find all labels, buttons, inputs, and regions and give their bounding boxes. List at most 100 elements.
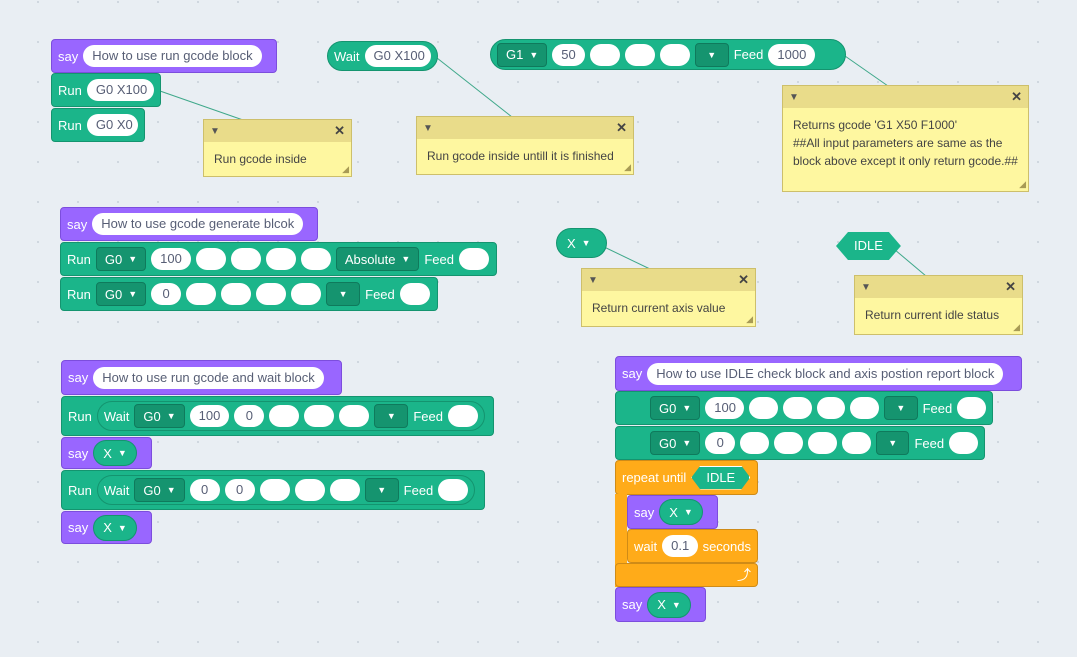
resize-handle-icon[interactable]: ◢ — [746, 314, 753, 325]
y-input[interactable] — [589, 43, 620, 66]
x-input[interactable]: 50 — [552, 43, 585, 66]
z-input[interactable] — [221, 283, 252, 305]
mode-dropdown[interactable]: ▼ — [374, 404, 409, 428]
gcode-input[interactable]: G0 X0 — [86, 114, 138, 136]
say-block[interactable]: say X ▼ — [627, 495, 718, 529]
say-text-input[interactable]: How to use run gcode block — [83, 45, 262, 67]
b-input[interactable] — [300, 248, 331, 270]
g-command-dropdown[interactable]: G1 ▼ — [497, 42, 548, 67]
run-wait-block[interactable]: Run Wait G0 ▼ 0 0 ▼ Feed — [61, 470, 485, 510]
axis-dropdown[interactable]: X ▼ — [653, 593, 685, 616]
x-input[interactable]: 100 — [705, 397, 745, 419]
comment-note[interactable]: ▼ ✕ Return current axis value ◢ — [581, 268, 756, 327]
z-input[interactable] — [230, 248, 261, 270]
say-text-input[interactable]: How to use run gcode and wait block — [93, 366, 324, 389]
close-icon[interactable]: ✕ — [738, 272, 749, 288]
idle-condition[interactable]: IDLE — [691, 466, 750, 490]
axis-reporter[interactable]: X ▼ — [93, 514, 137, 541]
b-input[interactable] — [339, 405, 370, 427]
resize-handle-icon[interactable]: ◢ — [624, 162, 631, 173]
idle-reporter[interactable]: IDLE — [836, 232, 901, 260]
collapse-icon[interactable]: ▼ — [588, 275, 598, 286]
axis-dropdown[interactable]: X ▼ — [665, 501, 697, 523]
a-input[interactable] — [304, 405, 335, 427]
g1-gcode-reporter[interactable]: G1 ▼ 50 ▼ Feed 1000 — [490, 39, 846, 70]
gcode-input[interactable]: G0 X100 — [86, 79, 154, 101]
feed-input[interactable] — [438, 479, 469, 501]
a-input[interactable] — [256, 283, 287, 305]
mode-dropdown[interactable]: ▼ — [884, 396, 918, 420]
z-input[interactable] — [624, 43, 655, 66]
say-block[interactable]: say How to use run gcode block — [51, 39, 277, 73]
comment-note[interactable]: ▼ ✕ Return current idle status ◢ — [854, 275, 1023, 335]
mode-dropdown[interactable]: ▼ — [326, 282, 361, 306]
y-input[interactable] — [740, 432, 770, 454]
y-input[interactable] — [195, 248, 226, 270]
x-input[interactable]: 100 — [189, 405, 230, 427]
axis-reporter[interactable]: X ▼ — [659, 499, 703, 525]
g-command-dropdown[interactable]: G0 ▼ — [134, 478, 185, 502]
mode-dropdown[interactable]: Absolute ▼ — [335, 247, 420, 271]
x-input[interactable]: 0 — [151, 283, 182, 305]
y-input[interactable] — [749, 397, 778, 419]
say-text-input[interactable]: How to use gcode generate blcok — [92, 213, 304, 235]
axis-dropdown[interactable]: X ▼ — [99, 442, 131, 464]
b-input[interactable] — [850, 397, 880, 419]
a-input[interactable] — [659, 43, 690, 66]
resize-handle-icon[interactable]: ◢ — [1013, 322, 1020, 333]
gcode-generate-block[interactable]: Run G0 ▼ 0 ▼ Feed — [60, 277, 438, 311]
say-block[interactable]: say How to use gcode generate blcok — [60, 207, 318, 241]
g-command-dropdown[interactable]: G0 ▼ — [650, 431, 701, 455]
feed-input[interactable]: 1000 — [768, 43, 816, 66]
gcode-input[interactable]: G0 X100 — [364, 45, 431, 67]
gcode-generate-block[interactable]: Run G0 ▼ 100 Absolute ▼ Feed — [60, 242, 497, 276]
wait-gcode-reporter[interactable]: Wait G0 X100 — [327, 41, 438, 71]
feed-input[interactable] — [448, 405, 478, 427]
z-input[interactable] — [269, 405, 300, 427]
mode-dropdown[interactable]: ▼ — [694, 42, 729, 67]
g-command-dropdown[interactable]: G0 ▼ — [650, 396, 701, 420]
close-icon[interactable]: ✕ — [1011, 89, 1022, 105]
z-input[interactable] — [774, 432, 804, 454]
axis-reporter[interactable]: X ▼ — [556, 228, 607, 258]
resize-handle-icon[interactable]: ◢ — [1019, 179, 1026, 190]
feed-input[interactable] — [399, 283, 430, 305]
resize-handle-icon[interactable]: ◢ — [342, 164, 349, 175]
collapse-icon[interactable]: ▼ — [210, 126, 220, 137]
g-command-dropdown[interactable]: G0 ▼ — [95, 282, 147, 306]
x-input[interactable]: 100 — [151, 248, 191, 270]
run-wait-block[interactable]: Run Wait G0 ▼ 100 0 ▼ Feed — [61, 396, 494, 436]
close-icon[interactable]: ✕ — [1005, 279, 1016, 295]
collapse-icon[interactable]: ▼ — [861, 282, 871, 293]
say-text-input[interactable]: How to use IDLE check block and axis pos… — [647, 362, 1004, 385]
z-input[interactable] — [259, 479, 290, 501]
a-input[interactable] — [808, 432, 838, 454]
a-input[interactable] — [816, 397, 846, 419]
close-icon[interactable]: ✕ — [334, 123, 345, 139]
mode-dropdown[interactable]: ▼ — [876, 431, 910, 455]
collapse-icon[interactable]: ▼ — [789, 92, 799, 103]
say-block[interactable]: say X ▼ — [61, 511, 152, 544]
run-gcode-block[interactable]: Run G0 X100 — [51, 73, 161, 107]
collapse-icon[interactable]: ▼ — [423, 123, 433, 134]
x-input[interactable]: 0 — [189, 479, 220, 501]
z-input[interactable] — [782, 397, 812, 419]
say-block[interactable]: say X ▼ — [61, 437, 152, 469]
mode-dropdown[interactable]: ▼ — [364, 478, 399, 502]
y-input[interactable] — [186, 283, 217, 305]
feed-input[interactable] — [957, 397, 986, 419]
comment-note[interactable]: ▼ ✕ Run gcode inside ◢ — [203, 119, 352, 177]
seconds-input[interactable]: 0.1 — [662, 535, 698, 557]
b-input[interactable] — [329, 479, 360, 501]
axis-reporter[interactable]: X ▼ — [93, 440, 137, 466]
wait-seconds-block[interactable]: wait 0.1 seconds — [627, 529, 758, 563]
gcode-generate-block[interactable]: G0 ▼ 0 ▼ Feed — [615, 426, 985, 460]
say-block[interactable]: say How to use run gcode and wait block — [61, 360, 342, 395]
say-block[interactable]: say X ▼ — [615, 587, 706, 622]
comment-note[interactable]: ▼ ✕ Run gcode inside untill it is finishe… — [416, 116, 634, 175]
run-gcode-block[interactable]: Run G0 X0 — [51, 108, 145, 142]
g-command-dropdown[interactable]: G0 ▼ — [134, 404, 185, 428]
y-input[interactable]: 0 — [234, 405, 265, 427]
axis-dropdown[interactable]: X ▼ — [99, 516, 131, 539]
wait-gcode-reporter[interactable]: Wait G0 ▼ 0 0 ▼ Feed — [96, 475, 476, 505]
